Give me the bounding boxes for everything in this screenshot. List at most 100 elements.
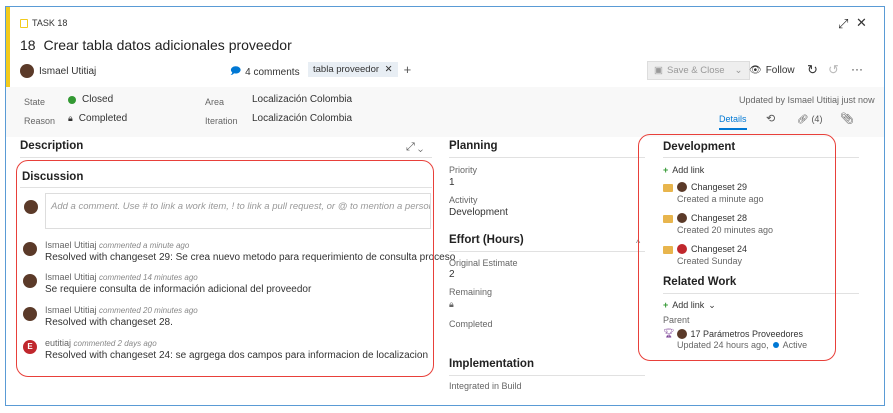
development-divider: [663, 157, 859, 158]
remaining-label: Remaining: [449, 287, 493, 297]
tag-label: tabla proveedor: [313, 64, 380, 75]
original-estimate-value[interactable]: 2: [449, 269, 455, 280]
add-tag-icon[interactable]: +: [404, 62, 412, 77]
eye-icon: 👁: [749, 65, 762, 76]
comment-item: Ismael Utitiaj commented 20 minutes ago …: [23, 305, 433, 333]
comment-time: commented 2 days ago: [73, 339, 157, 348]
changeset-item[interactable]: Changeset 29 Created a minute ago: [663, 182, 853, 210]
completed-label: Completed: [449, 319, 493, 329]
comment-time: commented 14 minutes ago: [99, 273, 198, 282]
assignee[interactable]: Ismael Utitiaj: [20, 64, 96, 78]
chevron-down-icon: ⌄: [708, 300, 716, 310]
comment-icon: 🗩: [230, 66, 242, 77]
follow-button[interactable]: 👁 Follow: [749, 65, 795, 76]
parent-item-title[interactable]: 17 Parámetros Proveedores: [690, 329, 803, 339]
comment-time: commented a minute ago: [99, 241, 190, 250]
comment-input-placeholder: Add a comment. Use # to link a work item…: [51, 201, 431, 212]
work-item-id: 18: [20, 37, 36, 53]
trophy-icon: 🏆︎: [663, 328, 675, 338]
tag[interactable]: tabla proveedor ✕: [308, 62, 398, 77]
chevron-up-icon[interactable]: ^: [636, 238, 640, 248]
comment-author: Ismael Utitiaj: [45, 272, 97, 282]
state-label: State: [24, 97, 46, 107]
discussion-title: Discussion: [22, 171, 84, 183]
changeset-date: Created a minute ago: [677, 194, 764, 204]
changeset-name[interactable]: Changeset 29: [691, 182, 747, 192]
parent-item[interactable]: 🏆︎ 17 Parámetros Proveedores: [663, 328, 803, 339]
avatar: [677, 182, 687, 192]
avatar: E: [23, 340, 37, 354]
work-item-title[interactable]: 18 Crear tabla datos adicionales proveed…: [20, 37, 292, 53]
avatar: [677, 328, 688, 339]
activity-value[interactable]: Development: [449, 207, 508, 218]
lock-icon: 🔒︎: [68, 113, 73, 123]
avatar: [23, 274, 37, 288]
development-add-link[interactable]: + Add link: [663, 165, 704, 175]
work-item-type-label: TASK 18: [32, 18, 68, 28]
tag-remove-icon[interactable]: ✕: [385, 64, 393, 75]
comment-author: Ismael Utitiaj: [45, 240, 97, 250]
comment-author: eutitiaj: [45, 338, 72, 348]
changeset-date: Created Sunday: [677, 256, 743, 266]
description-divider: [20, 157, 432, 158]
assignee-name: Ismael Utitiaj: [39, 65, 97, 77]
comments-count: 4 comments: [245, 67, 300, 78]
development-add-link-label: Add link: [672, 165, 705, 175]
parent-label: Parent: [663, 315, 690, 325]
plus-icon: +: [663, 165, 669, 175]
chevron-down-icon[interactable]: ⌄: [735, 65, 743, 76]
changeset-item[interactable]: Changeset 28 Created 20 minutes ago: [663, 213, 853, 241]
comment-time: commented 20 minutes ago: [99, 306, 198, 315]
more-actions-icon[interactable]: ···: [851, 62, 863, 76]
parent-updated: Updated 24 hours ago,: [677, 340, 769, 350]
development-title: Development: [663, 141, 736, 153]
avatar: [677, 213, 687, 223]
parent-state: Active: [782, 340, 808, 350]
priority-label: Priority: [449, 165, 478, 175]
reason-field[interactable]: 🔒︎ Completed: [68, 113, 127, 124]
comment-text: Se requiere consulta de información adic…: [45, 284, 312, 295]
iteration-value[interactable]: Localización Colombia: [252, 113, 352, 124]
changeset-date: Created 20 minutes ago: [677, 225, 774, 235]
save-close-button[interactable]: ▣ Save & Close ⌄: [647, 61, 750, 80]
state-field[interactable]: Closed: [68, 94, 113, 105]
work-item-title-text[interactable]: Crear tabla datos adicionales proveedor: [43, 37, 291, 53]
related-add-link[interactable]: + Add link ⌄: [663, 300, 716, 311]
related-work-title: Related Work: [663, 276, 737, 288]
avatar: [23, 307, 37, 321]
expand-icon[interactable]: ⤢: [838, 16, 848, 32]
changeset-item[interactable]: Changeset 24 Created Sunday: [663, 244, 853, 272]
area-label: Area: [205, 97, 225, 107]
tab-details[interactable]: Details: [719, 114, 747, 130]
comment-meta: Ismael Utitiaj commented a minute ago: [45, 240, 189, 250]
refresh-icon[interactable]: ↻: [807, 62, 818, 78]
changeset-name[interactable]: Changeset 24: [691, 244, 747, 254]
attachment-icon[interactable]: 📎︎: [840, 112, 854, 125]
changeset-name[interactable]: Changeset 28: [691, 213, 747, 223]
expand-description-icon[interactable]: ⤢ ⌄: [406, 141, 423, 154]
close-icon[interactable]: ✕: [856, 15, 867, 31]
comment-meta: eutitiaj commented 2 days ago: [45, 338, 157, 348]
activity-label: Activity: [449, 195, 478, 205]
effort-divider: [449, 251, 645, 252]
comment-input[interactable]: Add a comment. Use # to link a work item…: [45, 193, 431, 229]
history-icon[interactable]: ⟲: [766, 112, 775, 125]
reason-label: Reason: [24, 116, 56, 126]
tab-links[interactable]: 🔗︎ (4): [797, 114, 822, 125]
priority-value[interactable]: 1: [449, 177, 455, 188]
tab-details-label: Details: [719, 114, 747, 124]
folder-icon: [663, 246, 673, 254]
state-dot-icon: [68, 95, 76, 104]
planning-divider: [449, 157, 645, 158]
active-dot-icon: [772, 342, 779, 348]
iteration-label: Iteration: [205, 116, 238, 126]
current-user-avatar: [24, 200, 38, 214]
comment-meta: Ismael Utitiaj commented 20 minutes ago: [45, 305, 198, 315]
undo-icon[interactable]: ↺: [828, 62, 839, 78]
tab-links-count: (4): [811, 114, 823, 124]
comments-link[interactable]: 🗩 4 comments: [230, 64, 300, 81]
area-value[interactable]: Localización Colombia: [252, 94, 352, 105]
discussion-divider: [20, 187, 432, 188]
comment-item: E eutitiaj commented 2 days ago Resolved…: [23, 338, 433, 366]
avatar: [20, 64, 34, 78]
